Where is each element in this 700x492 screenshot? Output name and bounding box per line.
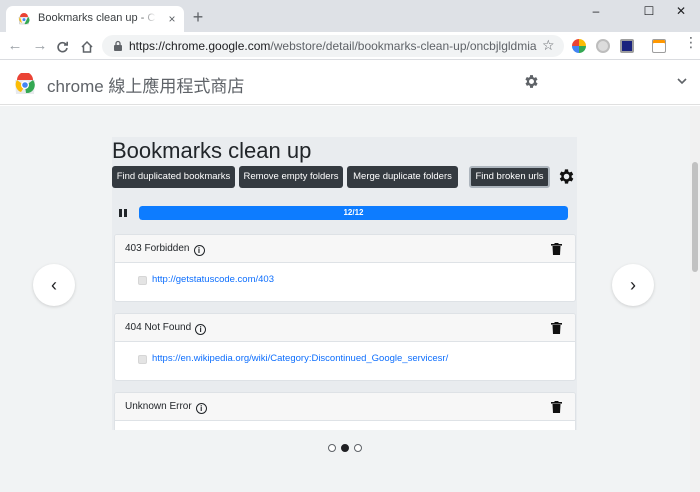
group-header: 403 Forbidden i xyxy=(115,235,575,263)
carousel-next-button[interactable]: › xyxy=(612,264,654,306)
info-icon[interactable]: i xyxy=(195,403,207,414)
extension-title: Bookmarks clean up xyxy=(112,138,312,163)
extension-screenshot: Bookmarks clean up Find duplicated bookm… xyxy=(112,137,577,430)
store-title[interactable]: chrome 線上應用程式商店 xyxy=(47,72,244,97)
info-icon[interactable]: i xyxy=(195,324,207,335)
chrome-web-store-icon xyxy=(18,13,30,25)
trash-icon[interactable] xyxy=(551,322,562,334)
find-duplicated-bookmarks-button[interactable]: Find duplicated bookmarks xyxy=(112,166,235,188)
group-title: Unknown Error xyxy=(125,401,192,412)
broken-url-group: 404 Not Found i https://en.wikipedia.org/… xyxy=(114,313,576,381)
reload-icon[interactable] xyxy=(56,41,69,54)
minimize-button[interactable]: – xyxy=(585,3,607,19)
merge-duplicate-folders-button[interactable]: Merge duplicate folders xyxy=(347,166,458,188)
store-header: chrome 線上應用程式商店 xyxy=(0,61,700,105)
scrollbar-thumb[interactable] xyxy=(692,162,698,272)
new-tab-button[interactable]: + xyxy=(190,8,206,26)
broken-url-group: 403 Forbidden i http://getstatuscode.com/… xyxy=(114,234,576,302)
address-bar[interactable]: https://chrome.google.com/webstore/detai… xyxy=(102,35,564,57)
page-scrollbar[interactable] xyxy=(690,106,700,492)
chrome-menu-icon[interactable]: ⋮ xyxy=(684,35,698,49)
bookmark-link[interactable]: http://getstatuscode.com/403 xyxy=(152,274,274,285)
info-icon[interactable]: i xyxy=(193,245,205,256)
carousel-dot-active[interactable] xyxy=(341,444,349,452)
bookmark-checkbox[interactable] xyxy=(138,276,147,285)
maximize-button[interactable]: ☐ xyxy=(638,3,660,19)
bookmark-checkbox[interactable] xyxy=(138,355,147,364)
bookmark-link[interactable]: https://en.wikipedia.org/wiki/Category:D… xyxy=(152,353,448,364)
trash-icon[interactable] xyxy=(551,401,562,413)
pause-icon[interactable] xyxy=(118,208,128,218)
progress-label: 12/12 xyxy=(343,208,364,217)
extension-icon-1[interactable] xyxy=(572,39,586,53)
find-broken-urls-button[interactable]: Find broken urls xyxy=(469,166,550,188)
browser-toolbar: ← → https://chrome.google.com/webstore/d… xyxy=(0,32,700,60)
lock-icon xyxy=(114,40,122,51)
group-title: 403 Forbidden xyxy=(125,243,190,254)
browser-tab[interactable]: Bookmarks clean up - Chrome × xyxy=(6,6,184,32)
url-text: https://chrome.google.com/webstore/detai… xyxy=(129,39,537,53)
home-icon[interactable] xyxy=(80,40,94,54)
back-arrow-icon[interactable]: ← xyxy=(6,37,24,55)
chevron-down-icon[interactable] xyxy=(676,75,688,87)
group-header: Unknown Error i xyxy=(115,393,575,421)
trash-icon[interactable] xyxy=(551,243,562,255)
carousel-dot[interactable] xyxy=(328,444,336,452)
tab-title: Bookmarks clean up - Chrome xyxy=(38,12,156,24)
chrome-web-store-logo-icon xyxy=(15,73,35,94)
settings-gear-icon[interactable] xyxy=(523,73,540,90)
bookmark-star-icon[interactable]: ☆ xyxy=(542,37,555,54)
progress-bar: 12/12 xyxy=(139,206,568,220)
remove-empty-folders-button[interactable]: Remove empty folders xyxy=(239,166,343,188)
settings-gear-icon[interactable] xyxy=(557,167,576,186)
group-header: 404 Not Found i xyxy=(115,314,575,342)
extension-icon-2[interactable] xyxy=(596,39,610,53)
close-window-button[interactable]: ✕ xyxy=(670,3,692,19)
carousel-dot[interactable] xyxy=(354,444,362,452)
carousel-prev-button[interactable]: ‹ xyxy=(33,264,75,306)
broken-url-group: Unknown Error i xyxy=(114,392,576,430)
tab-close-icon[interactable]: × xyxy=(165,12,179,26)
group-title: 404 Not Found xyxy=(125,322,192,333)
tab-strip: Bookmarks clean up - Chrome × + – ☐ ✕ xyxy=(0,0,700,32)
extension-icon-3[interactable] xyxy=(620,39,634,53)
bookmarks-cleanup-extension-icon[interactable] xyxy=(652,39,666,53)
forward-arrow-icon[interactable]: → xyxy=(31,37,49,55)
